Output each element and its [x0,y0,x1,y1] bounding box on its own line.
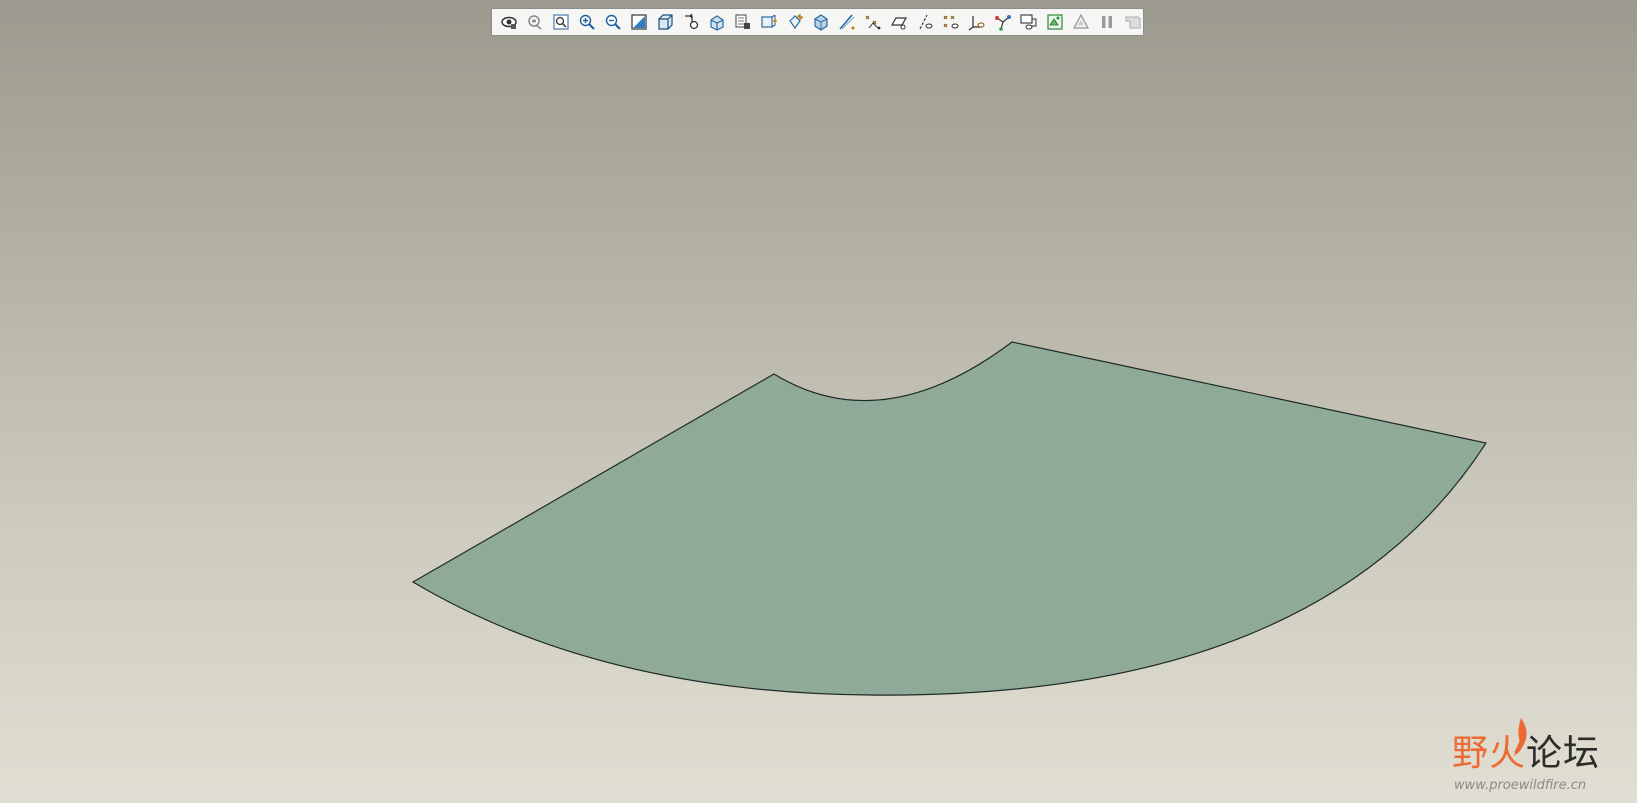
zoom-in-button[interactable] [575,10,599,34]
saved-orientations-button[interactable] [705,10,729,34]
datum-point-display-button[interactable] [939,10,963,34]
orient-view-icon [528,15,542,30]
graphics-window[interactable]: 野火论坛 www.proewildfire.cn [0,0,1637,803]
refit-icon [553,14,569,30]
refit-button[interactable] [549,10,573,34]
flag-icon [1125,16,1141,29]
datum-point-icon [814,14,828,31]
coordinate-system-button[interactable] [835,10,859,34]
annotation-display-button[interactable] [991,10,1015,34]
datum-axis-display-button[interactable] [913,10,937,34]
shading-button[interactable] [653,10,677,34]
watermark-title-part1: 野火 [1452,733,1527,774]
annular-sector-surface[interactable] [411,341,1487,696]
sketch-button[interactable] [861,10,885,34]
view-toolbar [491,8,1144,36]
flag-button[interactable] [1121,10,1145,34]
datum-axis-button[interactable] [783,10,807,34]
saved-view-button[interactable] [497,10,521,34]
datum-plane-icon [761,14,777,28]
csys-display-icon [968,16,985,31]
view-manager-button[interactable] [679,10,703,34]
repaint-button[interactable] [627,10,651,34]
shading-icon [658,14,673,30]
annotation-display-icon [995,15,1011,31]
zoom-in-icon [579,14,595,30]
coordinate-system-icon [839,14,855,30]
zoom-out-icon [605,14,621,30]
datum-plane-display-icon [890,17,908,30]
appearance-icon [1047,14,1063,30]
zoom-out-button[interactable] [601,10,625,34]
appearance-button[interactable] [1043,10,1067,34]
datum-plane-button[interactable] [757,10,781,34]
pause-button[interactable] [1095,10,1119,34]
datum-point-button[interactable] [809,10,833,34]
view-manager-icon [685,13,699,30]
datum-axis-display-icon [919,14,933,30]
model-tree-button[interactable] [1017,10,1041,34]
watermark-title: 野火论坛 [1452,734,1600,774]
layers-button[interactable] [731,10,755,34]
regenerate-button[interactable] [1069,10,1093,34]
datum-plane-display-button[interactable] [887,10,911,34]
repaint-icon [631,14,647,30]
datum-axis-icon [789,14,803,30]
watermark-url: www.proewildfire.cn [1454,778,1587,793]
watermark-logo: 野火论坛 www.proewildfire.cn [1448,718,1628,798]
saved-view-icon [501,16,517,29]
pause-icon [1102,16,1112,28]
orient-view-button[interactable] [523,10,547,34]
sketch-icon [865,15,881,30]
datum-point-display-icon [943,15,959,29]
saved-orientations-icon [710,15,724,31]
model-tree-icon [1020,14,1037,30]
regenerate-icon [1072,13,1090,29]
csys-display-button[interactable] [965,10,989,34]
watermark-title-part2: 论坛 [1526,733,1601,774]
flat-sheet-model[interactable] [0,0,1637,803]
layers-icon [735,14,750,29]
